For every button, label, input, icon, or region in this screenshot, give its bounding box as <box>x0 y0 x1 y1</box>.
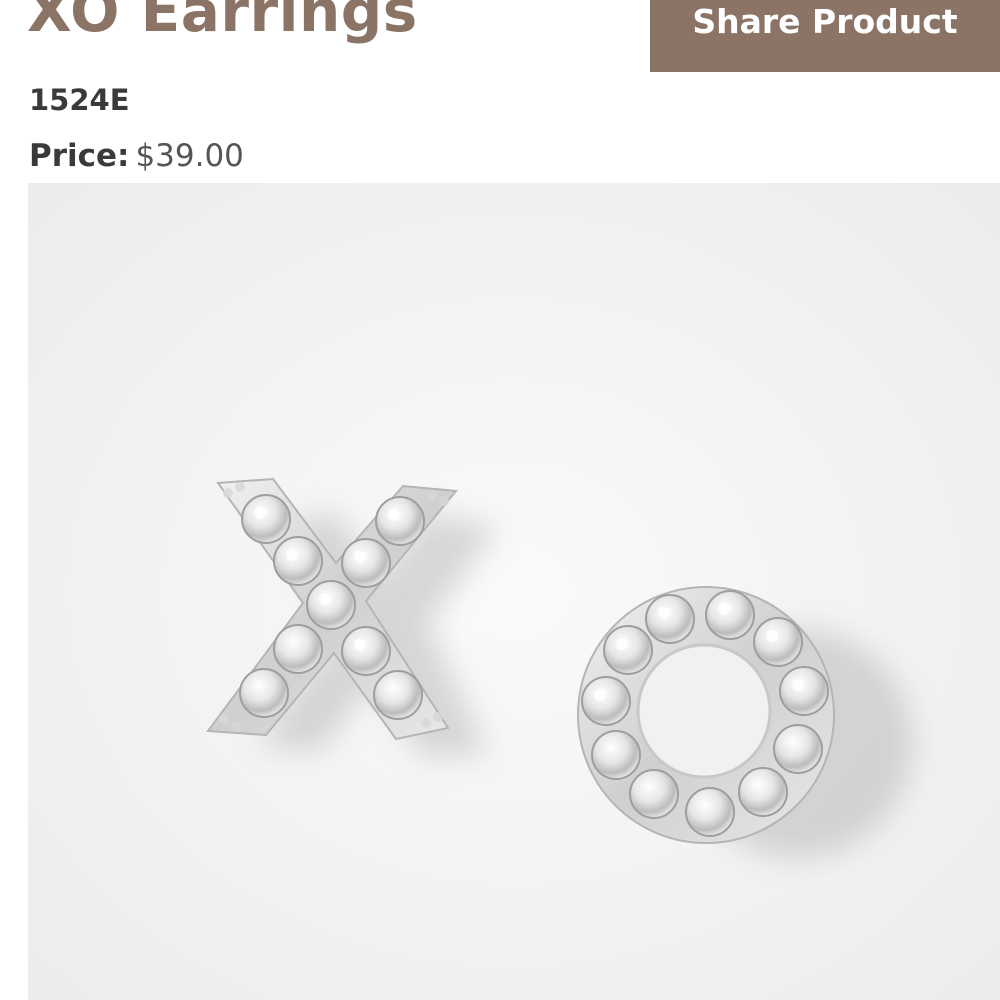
product-page: XO Earrings Share Product 1524E Price: $3… <box>0 0 1000 1000</box>
product-price: Price: $39.00 <box>29 137 244 175</box>
price-value: $39.00 <box>135 138 244 174</box>
product-title: XO Earrings <box>27 0 418 45</box>
product-image[interactable] <box>28 183 1000 1000</box>
share-product-label: Share Product <box>692 2 958 41</box>
xo-earrings-image <box>28 183 1000 1000</box>
o-earring <box>577 586 835 844</box>
price-label: Price: <box>29 138 130 174</box>
product-sku: 1524E <box>29 83 130 117</box>
share-product-button[interactable]: Share Product <box>650 0 1000 72</box>
